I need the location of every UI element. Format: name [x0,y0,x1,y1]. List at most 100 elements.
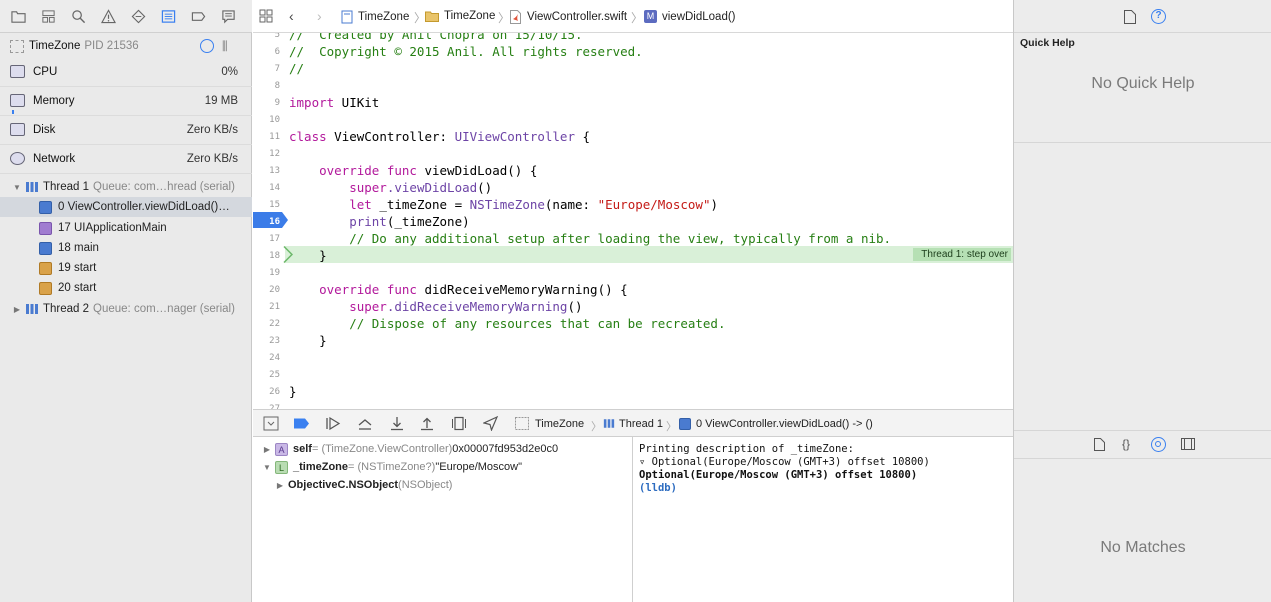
simulate-location-icon[interactable] [482,415,499,432]
variables-view[interactable]: ▶ A self = (TimeZone.ViewController) 0x0… [253,437,633,602]
issue-navigator-icon[interactable] [100,8,116,24]
gauge-label: Disk [33,124,56,136]
test-navigator-icon[interactable] [130,8,146,24]
view-process-by-icon[interactable]: ⫼ [222,39,228,54]
line-number: 17 [269,234,280,244]
gauge-options-icon[interactable] [200,39,214,53]
frame-row[interactable]: 17 UIApplicationMain [0,218,252,238]
forward-arrow-icon[interactable]: › [317,8,322,24]
thread-name: Thread 2 [43,303,90,315]
disclosure-closed-icon[interactable]: ▶ [275,481,285,490]
cpu-gauge-icon [10,65,25,78]
jump-bar-method[interactable]: M viewDidLoad() [644,10,736,23]
variable-name: ObjectiveC.NSObject [288,479,399,491]
step-out-icon[interactable] [419,416,435,431]
file-template-library-icon[interactable] [1094,438,1105,454]
code-line: } [289,384,297,399]
debug-bar: TimeZone 〉 Thread 1 〉 0 ViewController.v… [253,409,1013,437]
variable-row[interactable]: ▼ L _timeZone = (NSTimeZone?) "Europe/Mo… [253,458,522,476]
line-number: 11 [269,132,280,142]
step-into-icon[interactable] [389,416,405,431]
disclosure-open-icon[interactable]: ▼ [12,183,22,192]
debug-jump-thread[interactable]: Thread 1 [619,418,663,430]
jump-bar-separator-icon: 〉 [666,421,677,433]
frame-row[interactable]: 18 main [0,238,252,258]
debug-jump-frame[interactable]: 0 ViewController.viewDidLoad() -> () [696,418,873,430]
project-navigator-icon[interactable] [10,8,26,24]
line-number: 13 [269,166,280,176]
line-number: 24 [269,353,280,363]
frame-row[interactable]: 20 start [0,278,252,298]
jump-bar-group[interactable]: TimeZone [425,10,495,22]
lldb-prompt[interactable]: (lldb) [639,482,677,494]
variable-row[interactable]: ▶ ObjectiveC.NSObject (NSObject) [253,476,453,494]
frame-row-selected[interactable]: 0 ViewController.viewDidLoad()… [0,197,252,217]
code-text: ) [710,197,719,212]
console-line: Optional(Europe/Moscow (GMT+3) offset 10… [639,469,918,481]
thread-2-row[interactable]: ▶ Thread 2 Queue: com…nager (serial) [0,299,252,319]
code-text: () [567,299,583,314]
breakpoint-navigator-icon[interactable] [190,8,206,24]
line-number: 9 [274,98,280,108]
variable-row[interactable]: ▶ A self = (TimeZone.ViewController) 0x0… [253,440,558,458]
jump-bar-project[interactable]: TimeZone [341,10,409,24]
view-debugger-icon[interactable] [451,416,467,431]
type-name: NSTimeZone [469,197,545,212]
debug-jump-process[interactable]: TimeZone [535,418,584,430]
variable-value: "Europe/Moscow" [435,461,523,473]
step-over-icon[interactable] [357,416,373,431]
code-line: } [289,248,327,263]
folder-icon [425,11,439,22]
file-inspector-icon[interactable] [1124,10,1136,27]
report-navigator-icon[interactable] [220,8,236,24]
source-editor[interactable]: Thread 1: step over 5 6 7 8 9 10 11 12 13 14 15 16 1… [253,33,1013,409]
keyword: override [289,282,380,297]
library-frame-icon [39,221,52,235]
related-items-icon[interactable] [259,9,273,26]
disclosure-closed-icon[interactable]: ▶ [262,445,272,454]
library-empty-message: No Matches [1100,539,1186,556]
user-frame-icon [679,418,695,433]
gauge-cpu[interactable]: CPU 0% [0,58,252,87]
pane-divider[interactable] [1014,142,1271,143]
hide-debug-area-icon[interactable] [263,416,279,431]
code-line: // Do any additional setup after loading… [289,231,892,246]
frame-row[interactable]: 19 start [0,258,252,278]
back-arrow-icon[interactable]: ‹ [289,8,294,24]
line-number: 6 [274,47,280,57]
thread-1-row[interactable]: ▼ Thread 1 Queue: com…hread (serial) [0,177,252,197]
quick-help-inspector-icon[interactable]: ? [1151,9,1166,24]
jump-bar-label: ViewController.swift [527,11,628,23]
thread-queue: Queue: com…nager (serial) [93,303,235,315]
symbol-navigator-icon[interactable] [40,8,56,24]
gauge-disk[interactable]: Disk Zero KB/s [0,116,252,145]
jump-bar-separator-icon: 〉 [631,11,644,25]
code-line: override func didReceiveMemoryWarning() … [289,282,628,297]
object-library-icon[interactable] [1151,437,1166,452]
inspector-selector-bar: ? [1014,0,1271,33]
find-navigator-icon[interactable] [70,8,86,24]
continue-icon[interactable] [325,416,341,431]
media-library-icon[interactable] [1181,438,1195,453]
debug-navigator-icon[interactable] [160,8,176,24]
gauge-memory[interactable]: Memory 19 MB [0,87,252,116]
disclosure-open-icon[interactable]: ▼ [262,463,272,472]
jump-bar-label: TimeZone [444,10,496,22]
line-number: 19 [269,268,280,278]
line-number: 23 [269,336,280,346]
method-icon: M [644,10,657,23]
process-row[interactable]: TimeZone PID 21536 ⫼ [0,36,252,56]
disclosure-closed-icon[interactable]: ▶ [12,305,22,314]
gauge-label: CPU [33,66,58,78]
code-snippet-library-icon[interactable]: {} [1122,437,1130,451]
process-pid: PID 21536 [84,40,139,52]
utility-area: ? Quick Help No Quick Help {} No Matches [1013,0,1271,602]
gauge-network[interactable]: Network Zero KB/s [0,145,252,174]
thread-name: Thread 1 [43,181,90,193]
debug-console[interactable]: Printing description of _timeZone: ▿ Opt… [634,437,1013,602]
jump-bar-file[interactable]: ViewController.swift [510,10,627,24]
memory-usage-bar [12,110,14,114]
quick-help-title: Quick Help [1020,37,1075,49]
console-line: Printing description of _timeZone: [639,443,854,455]
breakpoints-toggle-icon[interactable] [293,416,309,431]
